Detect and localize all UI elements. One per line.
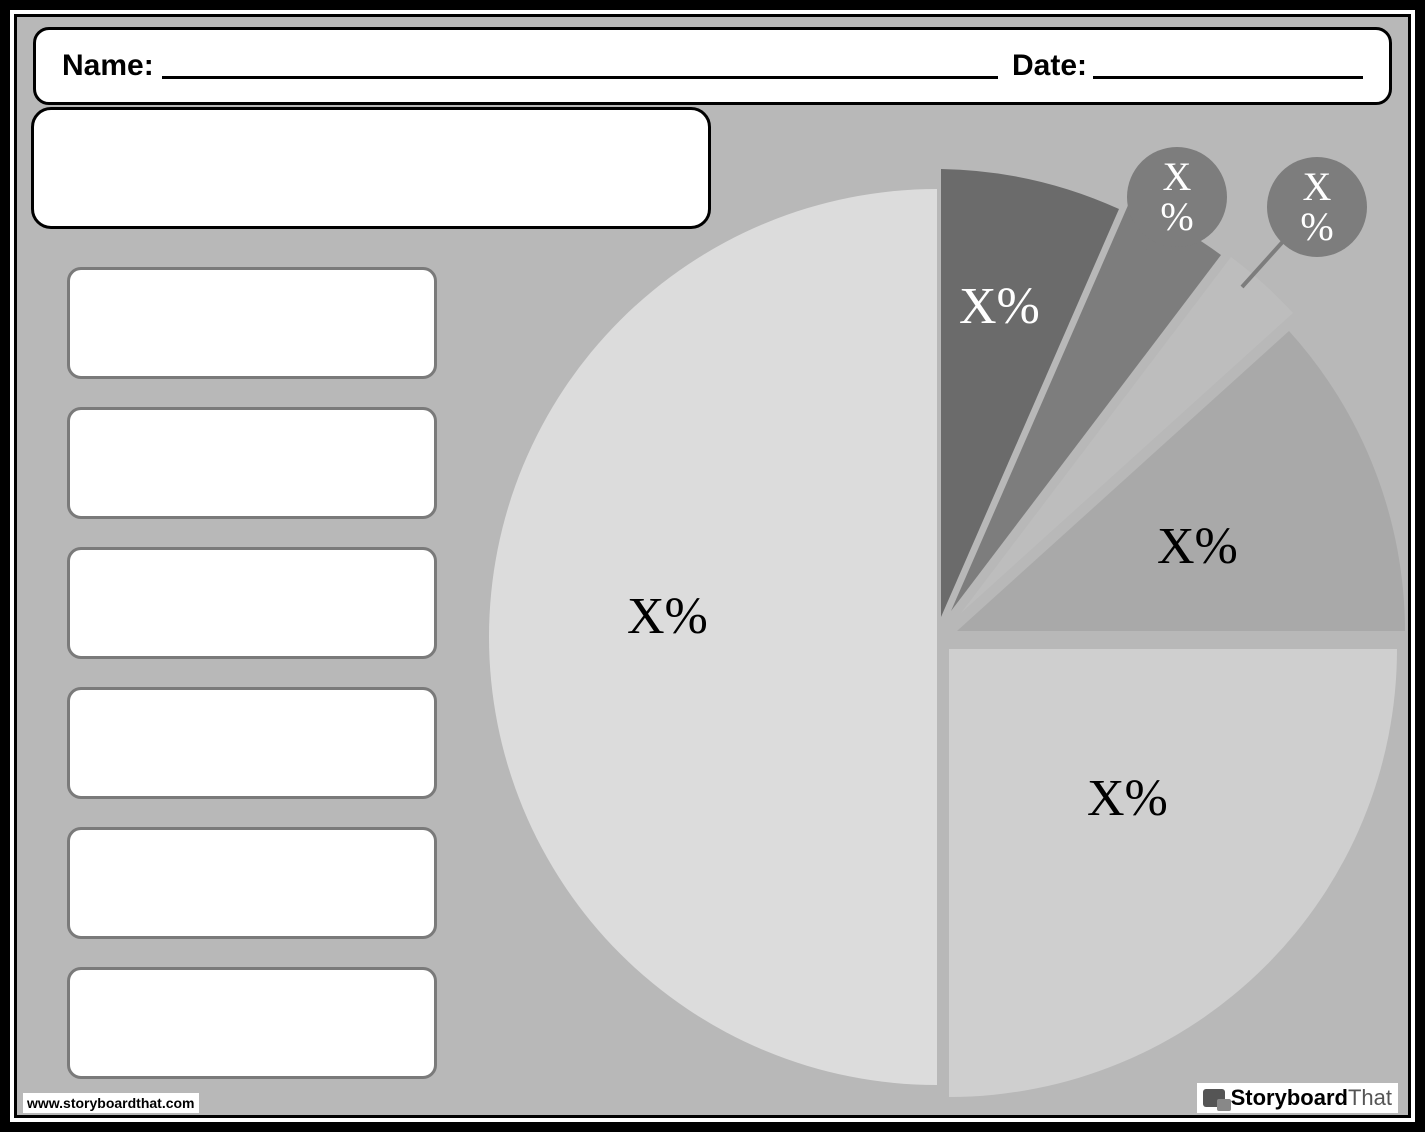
date-blank-line[interactable] (1093, 76, 1363, 79)
legend-box-1[interactable] (67, 267, 437, 379)
legend-box-4[interactable] (67, 687, 437, 799)
pie-chart: X% X% X% X% X % X % (467, 167, 1407, 1107)
name-date-header: Name: Date: (33, 27, 1392, 105)
callout-badge-2-text-x: X (1303, 167, 1332, 207)
name-label: Name: (62, 49, 154, 83)
pie-chart-svg (467, 167, 1407, 1107)
worksheet-inner-frame: Name: Date: (14, 14, 1411, 1118)
footer-brand: StoryboardThat (1197, 1083, 1398, 1113)
worksheet-outer-frame: Name: Date: (0, 0, 1425, 1132)
pie-slice-1 (489, 189, 937, 1085)
brand-bold: Storyboard (1231, 1085, 1348, 1110)
callout-badge-2: X % (1267, 157, 1367, 257)
legend-box-6[interactable] (67, 967, 437, 1079)
date-label: Date: (1012, 49, 1087, 83)
callout-badge-1-text-x: X (1163, 157, 1192, 197)
callout-badge-2-text-pct: % (1300, 207, 1333, 247)
legend-box-3[interactable] (67, 547, 437, 659)
legend-box-2[interactable] (67, 407, 437, 519)
brand-light: That (1348, 1085, 1392, 1110)
pie-slice-2 (949, 649, 1397, 1097)
legend-box-5[interactable] (67, 827, 437, 939)
callout-badge-1-text-pct: % (1160, 197, 1193, 237)
callout-badge-1: X % (1127, 147, 1227, 247)
footer-url: www.storyboardthat.com (23, 1093, 199, 1113)
storyboard-logo-icon (1203, 1089, 1225, 1107)
name-blank-line[interactable] (162, 76, 998, 79)
